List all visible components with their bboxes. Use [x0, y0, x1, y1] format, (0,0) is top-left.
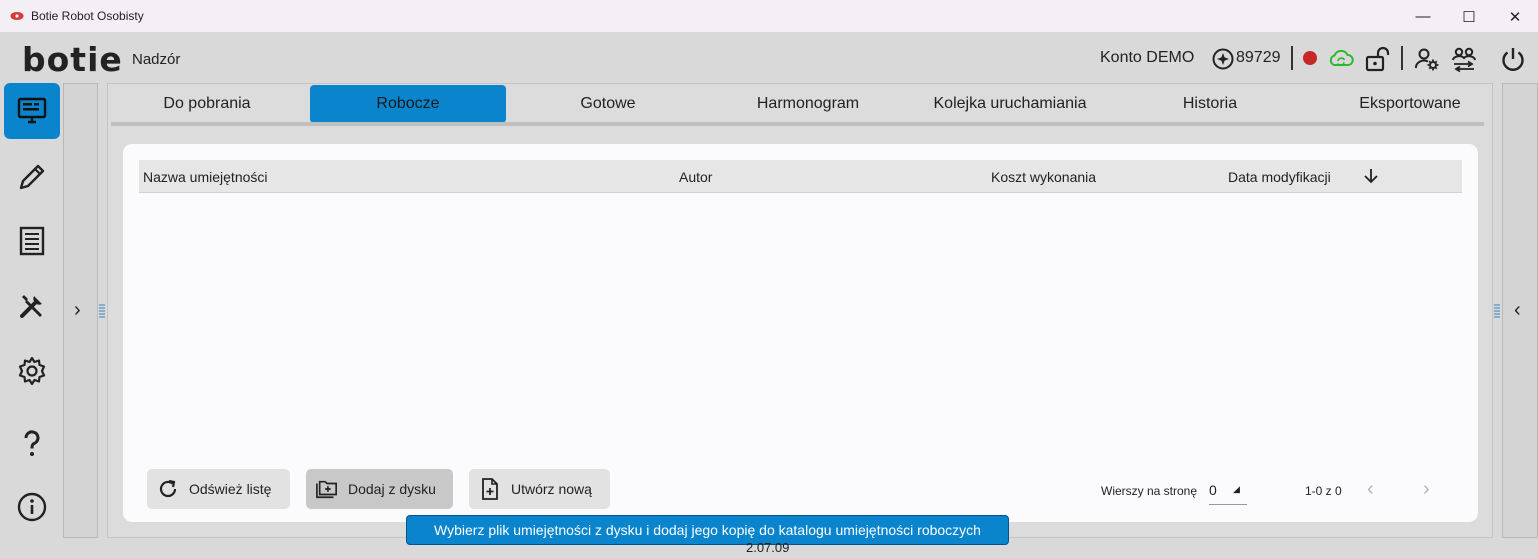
sort-descending-icon[interactable] [1361, 166, 1381, 186]
nav-item-editor[interactable] [4, 149, 60, 205]
column-header-modified-date[interactable]: Data modyfikacji [1228, 169, 1331, 185]
tab-gotowe[interactable]: Gotowe [510, 85, 706, 123]
resize-grip-icon[interactable] [99, 303, 105, 319]
nav-item-tools[interactable] [4, 278, 60, 334]
table-header: Nazwa umiejętności Autor Koszt wykonania… [139, 160, 1462, 193]
unlock-icon[interactable] [1364, 45, 1392, 73]
add-from-disk-label: Dodaj z dysku [348, 481, 436, 497]
pagination-range: 1-0 z 0 [1305, 484, 1342, 498]
nav-item-monitor[interactable] [4, 83, 60, 139]
sidebar-nav [0, 83, 64, 543]
header-divider [1401, 46, 1403, 70]
add-from-disk-button[interactable]: Dodaj z dysku [306, 469, 453, 509]
column-header-author[interactable]: Autor [679, 169, 712, 185]
close-button[interactable]: ✕ [1492, 0, 1538, 33]
tab-bar: Do pobrania Robocze Gotowe Harmonogram K… [108, 84, 1494, 126]
section-title: Nadzór [132, 51, 181, 68]
rows-per-page-value: 0 [1209, 482, 1217, 498]
tab-underline [111, 122, 1484, 126]
resize-grip-icon[interactable] [1494, 303, 1500, 319]
maximize-button[interactable]: ☐ [1446, 0, 1492, 33]
refresh-label: Odśwież listę [189, 481, 272, 497]
previous-page-button[interactable]: ‹ [1367, 478, 1374, 501]
pencil-icon [19, 164, 45, 190]
tab-eksportowane[interactable]: Eksportowane [1312, 85, 1508, 123]
tools-icon [20, 295, 42, 318]
botie-logo: botie [22, 40, 123, 79]
new-file-icon [482, 478, 498, 500]
refresh-icon [159, 479, 177, 498]
cloud-sync-icon[interactable] [1327, 45, 1355, 73]
right-panel-toggle[interactable]: ‹ [1494, 83, 1538, 538]
users-transfer-icon[interactable] [1450, 45, 1478, 73]
add-from-disk-tooltip: Wybierz plik umiejętności z dysku i doda… [406, 515, 1009, 545]
tab-do-pobrania[interactable]: Do pobrania [111, 85, 303, 123]
list-icon [19, 226, 45, 256]
nav-item-settings[interactable] [4, 343, 60, 399]
column-header-cost[interactable]: Koszt wykonania [991, 169, 1096, 185]
user-settings-icon[interactable] [1413, 45, 1441, 73]
dropdown-arrow-icon: ◢ [1233, 484, 1240, 494]
next-page-button[interactable]: › [1423, 478, 1430, 501]
power-icon[interactable] [1499, 45, 1527, 73]
monitor-icon [17, 97, 47, 124]
tab-harmonogram[interactable]: Harmonogram [710, 85, 906, 123]
minimize-button[interactable]: — [1400, 0, 1446, 33]
account-name[interactable]: Konto DEMO [1100, 49, 1194, 67]
rows-per-page-select[interactable]: 0 ◢ [1209, 480, 1247, 505]
window-title: Botie Robot Osobisty [31, 9, 144, 23]
rows-per-page-label: Wierszy na stronę [1101, 484, 1198, 498]
skills-table-card: Nazwa umiejętności Autor Koszt wykonania… [123, 144, 1478, 522]
folder-add-icon [316, 480, 337, 499]
refresh-list-button[interactable]: Odśwież listę [147, 469, 290, 509]
app-logo-icon [10, 12, 24, 20]
help-icon [24, 430, 40, 456]
app-header: botie Nadzór Konto DEMO 89729 [0, 33, 1538, 83]
info-icon [17, 492, 47, 522]
title-bar: Botie Robot Osobisty — ☐ ✕ [0, 0, 1538, 33]
create-new-label: Utwórz nową [511, 481, 592, 497]
column-header-skill-name[interactable]: Nazwa umiejętności [143, 169, 268, 185]
tab-historia[interactable]: Historia [1112, 85, 1308, 123]
nav-item-help[interactable] [4, 415, 60, 471]
chevron-right-icon: › [74, 299, 81, 321]
coin-icon [1212, 48, 1234, 70]
header-divider [1291, 46, 1293, 70]
gear-icon [18, 356, 46, 386]
tab-robocze[interactable]: Robocze [310, 85, 506, 123]
main-panel: Do pobrania Robocze Gotowe Harmonogram K… [107, 83, 1493, 538]
chevron-left-icon: ‹ [1514, 299, 1521, 321]
create-new-button[interactable]: Utwórz nową [469, 469, 610, 509]
nav-item-info[interactable] [4, 479, 60, 535]
coin-balance: 89729 [1236, 49, 1281, 66]
recording-indicator [1303, 51, 1317, 65]
left-panel-toggle[interactable]: › [63, 83, 105, 538]
app-version: 2.07.09 [746, 540, 790, 555]
tab-kolejka-uruchamiania[interactable]: Kolejka uruchamiania [908, 85, 1112, 123]
nav-item-list[interactable] [4, 213, 60, 269]
